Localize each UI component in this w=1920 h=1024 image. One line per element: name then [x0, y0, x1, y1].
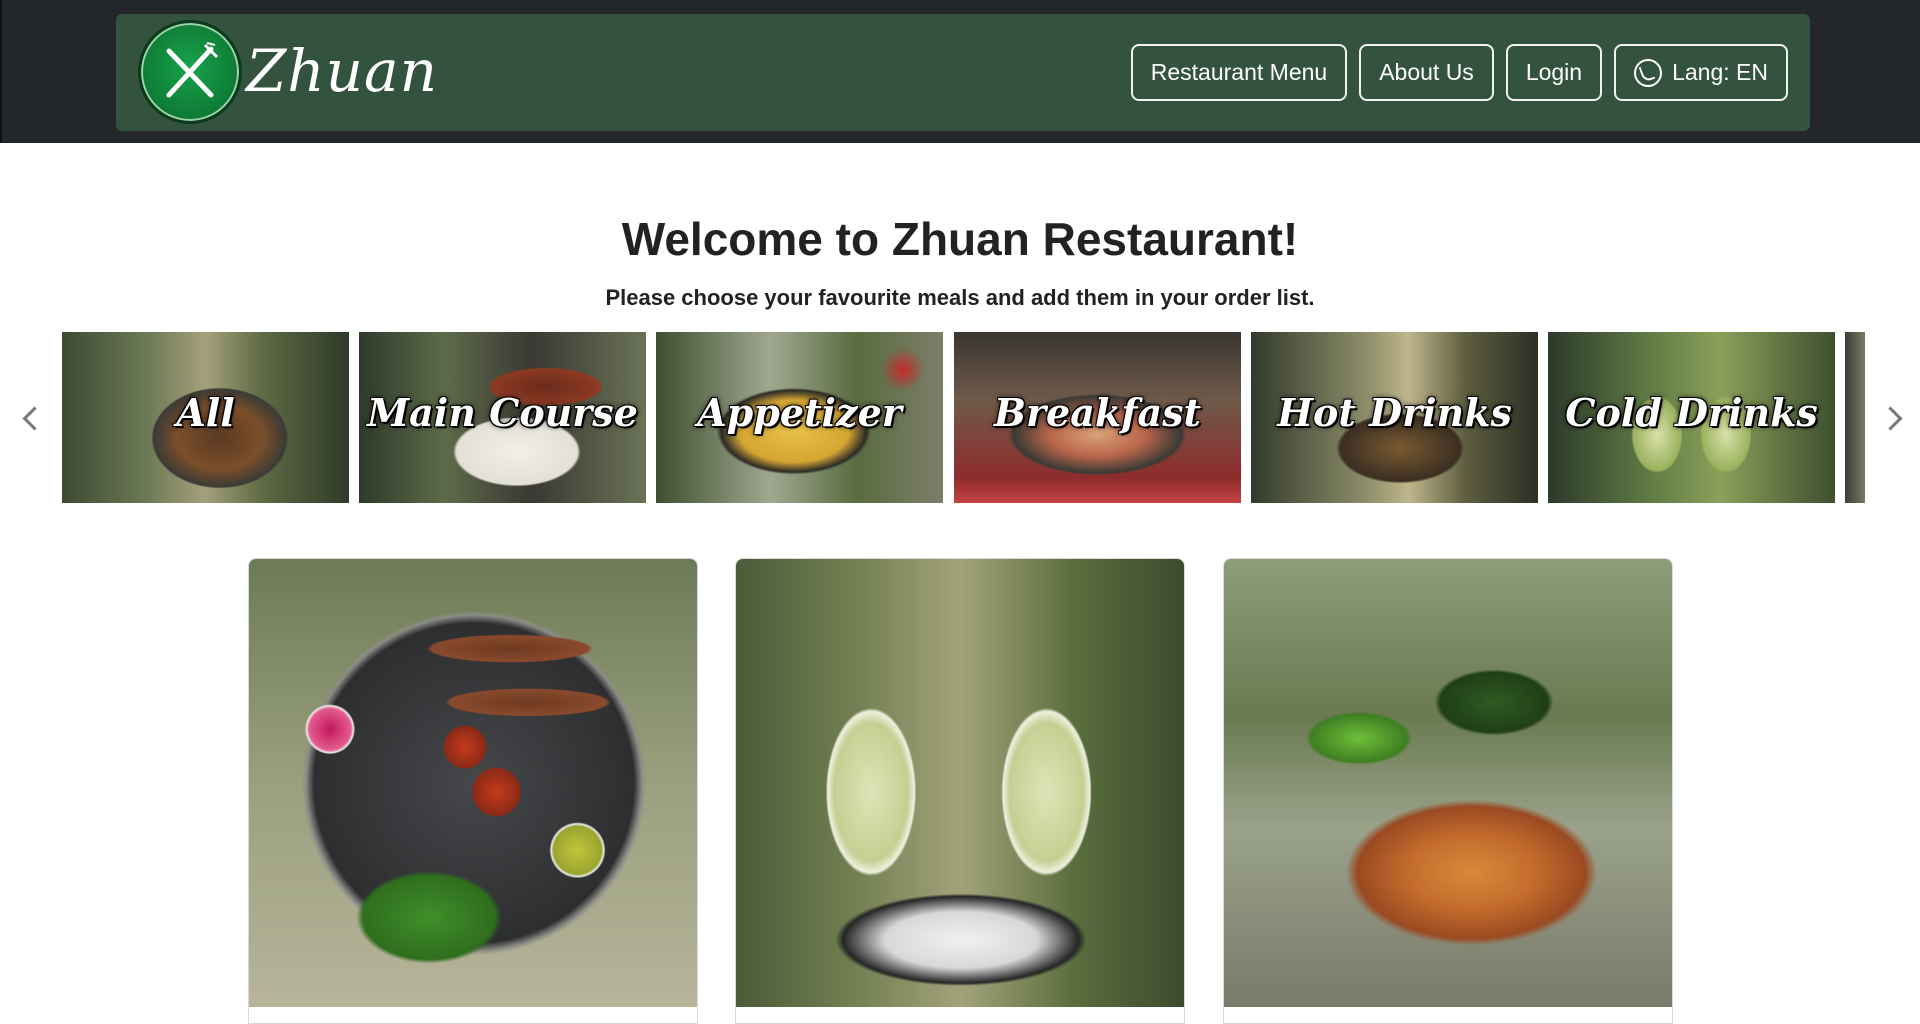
chevron-left-icon[interactable]	[14, 400, 44, 440]
product-image[interactable]	[1224, 559, 1672, 1007]
restaurant-menu-label: Restaurant Menu	[1150, 59, 1328, 85]
about-us-button[interactable]: About Us	[1359, 44, 1494, 101]
category-appetizer[interactable]: Appetizer	[656, 332, 943, 503]
page-title: Welcome to Zhuan Restaurant!	[621, 213, 1299, 265]
category-label: Main Course	[367, 390, 638, 435]
language-label: Lang: EN	[1672, 59, 1768, 85]
category-label: Hot Drinks	[1277, 390, 1512, 435]
navbar: Zhuan Restaurant Menu About Us Login Lan…	[116, 14, 1810, 131]
nav-buttons: Restaurant Menu About Us Login Lang: EN	[1130, 44, 1788, 101]
brand-name[interactable]: Zhuan	[246, 34, 438, 108]
chevron-right-icon[interactable]	[1878, 400, 1908, 440]
category-next-partial[interactable]	[1845, 332, 1865, 503]
product-image[interactable]	[736, 559, 1184, 1007]
restaurant-menu-button[interactable]: Restaurant Menu	[1130, 44, 1348, 101]
language-button[interactable]: Lang: EN	[1614, 44, 1788, 101]
globe-icon	[1634, 58, 1663, 87]
category-hot-drinks[interactable]: Hot Drinks	[1251, 332, 1538, 503]
about-us-label: About Us	[1379, 59, 1474, 85]
page-subtitle: Please choose your favourite meals and a…	[605, 285, 1315, 310]
product-card[interactable]	[735, 558, 1185, 1024]
logo-icon[interactable]	[138, 20, 242, 124]
login-button[interactable]: Login	[1505, 44, 1603, 101]
product-image[interactable]	[249, 559, 697, 1007]
fork-knife-icon	[166, 42, 219, 98]
product-card[interactable]	[248, 558, 698, 1024]
login-label: Login	[1525, 59, 1583, 85]
category-cold-drinks[interactable]: Cold Drinks	[1548, 332, 1835, 503]
top-bar: Zhuan Restaurant Menu About Us Login Lan…	[0, 0, 1920, 143]
category-label: Breakfast	[993, 390, 1202, 435]
category-label: Cold Drinks	[1565, 390, 1818, 435]
category-image	[1845, 332, 1865, 503]
category-all[interactable]: All	[62, 332, 349, 503]
category-main-course[interactable]: Main Course	[359, 332, 646, 503]
category-label: All	[176, 390, 235, 435]
product-card[interactable]	[1223, 558, 1673, 1024]
category-label: Appetizer	[697, 390, 902, 435]
category-breakfast[interactable]: Breakfast	[954, 332, 1241, 503]
